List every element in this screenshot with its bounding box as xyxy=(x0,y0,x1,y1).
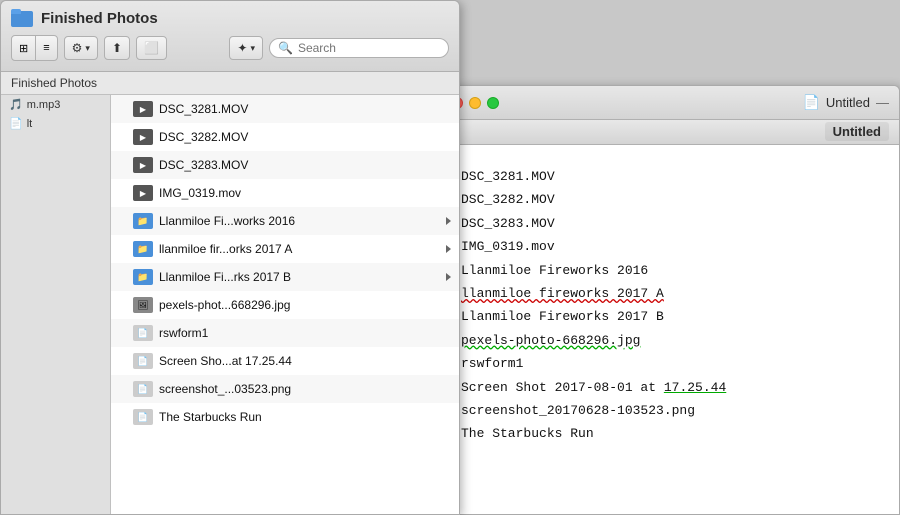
document-icon: 📄 xyxy=(802,94,819,111)
expand-arrow-icon xyxy=(446,242,451,256)
file-item-name: DSC_3282.MOV xyxy=(159,130,451,144)
search-input[interactable] xyxy=(298,41,418,55)
action-dropdown-arrow: ▾ xyxy=(85,43,90,54)
textedit-doc-area[interactable]: DSC_3281.MOVDSC_3282.MOVDSC_3283.MOVIMG_… xyxy=(441,145,899,514)
file-item[interactable]: 📁 Llanmiloe Fi...works 2016 xyxy=(111,207,459,235)
filename-line: DSC_3283.MOV xyxy=(461,212,879,235)
file-item-name: pexels-phot...668296.jpg xyxy=(159,298,451,312)
filename-line: DSC_3281.MOV xyxy=(461,165,879,188)
file-type-icon: 📄 xyxy=(133,325,153,341)
sidebar-item-t[interactable]: 📄 lt xyxy=(1,114,110,133)
filename-line: pexels-photo-668296.jpg xyxy=(461,329,879,352)
maximize-button[interactable] xyxy=(487,97,499,109)
view-toggle-btn[interactable]: ⊞ ≡ xyxy=(11,35,58,61)
search-icon: 🔍 xyxy=(278,41,293,55)
minimize-button[interactable] xyxy=(469,97,481,109)
file-item-name: Screen Sho...at 17.25.44 xyxy=(159,354,451,368)
grid-view-btn[interactable]: ⊞ xyxy=(12,36,36,60)
tag-btn[interactable]: ⬜ xyxy=(136,36,167,60)
finder-content: 🎵 m.mp3 📄 lt ▶DSC_3281.MOV▶DSC_3282.MOV▶… xyxy=(1,95,459,514)
expand-arrow-icon xyxy=(446,214,451,228)
file-type-icon: ▶ xyxy=(133,185,153,201)
finder-breadcrumb: Finished Photos xyxy=(1,72,459,95)
file-item[interactable]: 📁 Llanmiloe Fi...rks 2017 B xyxy=(111,263,459,291)
filename-line: IMG_0319.mov xyxy=(461,235,879,258)
finder-file-list: ▶DSC_3281.MOV▶DSC_3282.MOV▶DSC_3283.MOV▶… xyxy=(111,95,459,514)
file-type-icon: 🖼 xyxy=(133,297,153,313)
file-type-icon: 📁 xyxy=(133,269,153,285)
filename-line: rswform1 xyxy=(461,352,879,375)
file-type-icon: 📄 xyxy=(133,381,153,397)
finder-window-title: Finished Photos xyxy=(41,10,158,27)
filename-line: The Starbucks Run xyxy=(461,422,879,445)
filename-line: llanmiloe fireworks 2017 A xyxy=(461,282,879,305)
textedit-title-area: 📄 Untitled — xyxy=(507,94,889,111)
file-item[interactable]: ▶ DSC_3283.MOV xyxy=(111,151,459,179)
file-item-name: Llanmiloe Fi...works 2016 xyxy=(159,214,440,228)
share-btn[interactable]: ⬆ xyxy=(104,36,130,60)
file-item-name: Llanmiloe Fi...rks 2017 B xyxy=(159,270,440,284)
filename-line: Llanmiloe Fireworks 2017 B xyxy=(461,305,879,328)
textedit-window: 📄 Untitled — Untitled DSC_3281.MOVDSC_32… xyxy=(440,85,900,515)
sidebar-item-label: m.mp3 xyxy=(27,99,61,111)
finder-titlebar: Finished Photos ⊞ ≡ ⚙ ▾ ⬆ ⬜ ✦ ▾ 🔍 xyxy=(1,1,459,72)
dropbox-arrow: ▾ xyxy=(250,43,255,54)
dropbox-btn[interactable]: ✦ ▾ xyxy=(229,36,263,60)
file-item[interactable]: 🖼 pexels-phot...668296.jpg xyxy=(111,291,459,319)
file-type-icon: 📄 xyxy=(133,409,153,425)
filename-line: screenshot_20170628-103523.png xyxy=(461,399,879,422)
file-type-icon: ▶ xyxy=(133,129,153,145)
textedit-subtitle: Untitled xyxy=(825,122,889,141)
filename-line: Llanmiloe Fireworks 2016 xyxy=(461,259,879,282)
dropbox-icon: ✦ xyxy=(237,41,247,55)
textedit-dash: — xyxy=(876,95,889,110)
file-item-name: IMG_0319.mov xyxy=(159,186,451,200)
file-item[interactable]: 📁 llanmiloe fir...orks 2017 A xyxy=(111,235,459,263)
sidebar-item-mp3[interactable]: 🎵 m.mp3 xyxy=(1,95,110,114)
list-view-btn[interactable]: ≡ xyxy=(36,36,56,60)
file-type-icon: ▶ xyxy=(133,101,153,117)
file-item[interactable]: 📄 screenshot_...03523.png xyxy=(111,375,459,403)
share-icon: ⬆ xyxy=(112,41,122,55)
file-item[interactable]: 📄 The Starbucks Run xyxy=(111,403,459,431)
file-type-icon: 📁 xyxy=(133,241,153,257)
file-item[interactable]: ▶ DSC_3282.MOV xyxy=(111,123,459,151)
action-btn[interactable]: ⚙ ▾ xyxy=(64,36,98,60)
file-type-icon: 📄 xyxy=(133,353,153,369)
folder-icon xyxy=(11,9,33,27)
tag-icon: ⬜ xyxy=(144,41,159,55)
file-item-name: DSC_3283.MOV xyxy=(159,158,451,172)
file-item-name: screenshot_...03523.png xyxy=(159,382,451,396)
file-type-icon: ▶ xyxy=(133,157,153,173)
finder-window: Finished Photos ⊞ ≡ ⚙ ▾ ⬆ ⬜ ✦ ▾ 🔍 xyxy=(0,0,460,515)
filename-line: Screen Shot 2017-08-01 at 17.25.44 xyxy=(461,376,879,399)
gear-icon: ⚙ xyxy=(72,41,83,55)
file-item[interactable]: ▶ IMG_0319.mov xyxy=(111,179,459,207)
expand-arrow-icon xyxy=(446,270,451,284)
file-type-icon: 📁 xyxy=(133,213,153,229)
finder-sidebar: 🎵 m.mp3 📄 lt xyxy=(1,95,111,514)
sidebar-file-icon-2: 📄 xyxy=(9,117,23,130)
file-item[interactable]: 📄 rswform1 xyxy=(111,319,459,347)
sidebar-file-icon: 🎵 xyxy=(9,98,23,111)
search-bar[interactable]: 🔍 xyxy=(269,38,449,58)
file-item-name: The Starbucks Run xyxy=(159,410,451,424)
finder-toolbar: ⊞ ≡ ⚙ ▾ ⬆ ⬜ ✦ ▾ 🔍 xyxy=(11,33,449,63)
textedit-titlebar: 📄 Untitled — xyxy=(441,86,899,120)
sidebar-item-label-2: lt xyxy=(27,118,33,130)
textedit-title: Untitled xyxy=(826,95,870,110)
file-item[interactable]: 📄 Screen Sho...at 17.25.44 xyxy=(111,347,459,375)
file-item-name: llanmiloe fir...orks 2017 A xyxy=(159,242,440,256)
file-item-name: DSC_3281.MOV xyxy=(159,102,451,116)
filename-line: DSC_3282.MOV xyxy=(461,188,879,211)
file-item-name: rswform1 xyxy=(159,326,451,340)
file-item[interactable]: ▶ DSC_3281.MOV xyxy=(111,95,459,123)
